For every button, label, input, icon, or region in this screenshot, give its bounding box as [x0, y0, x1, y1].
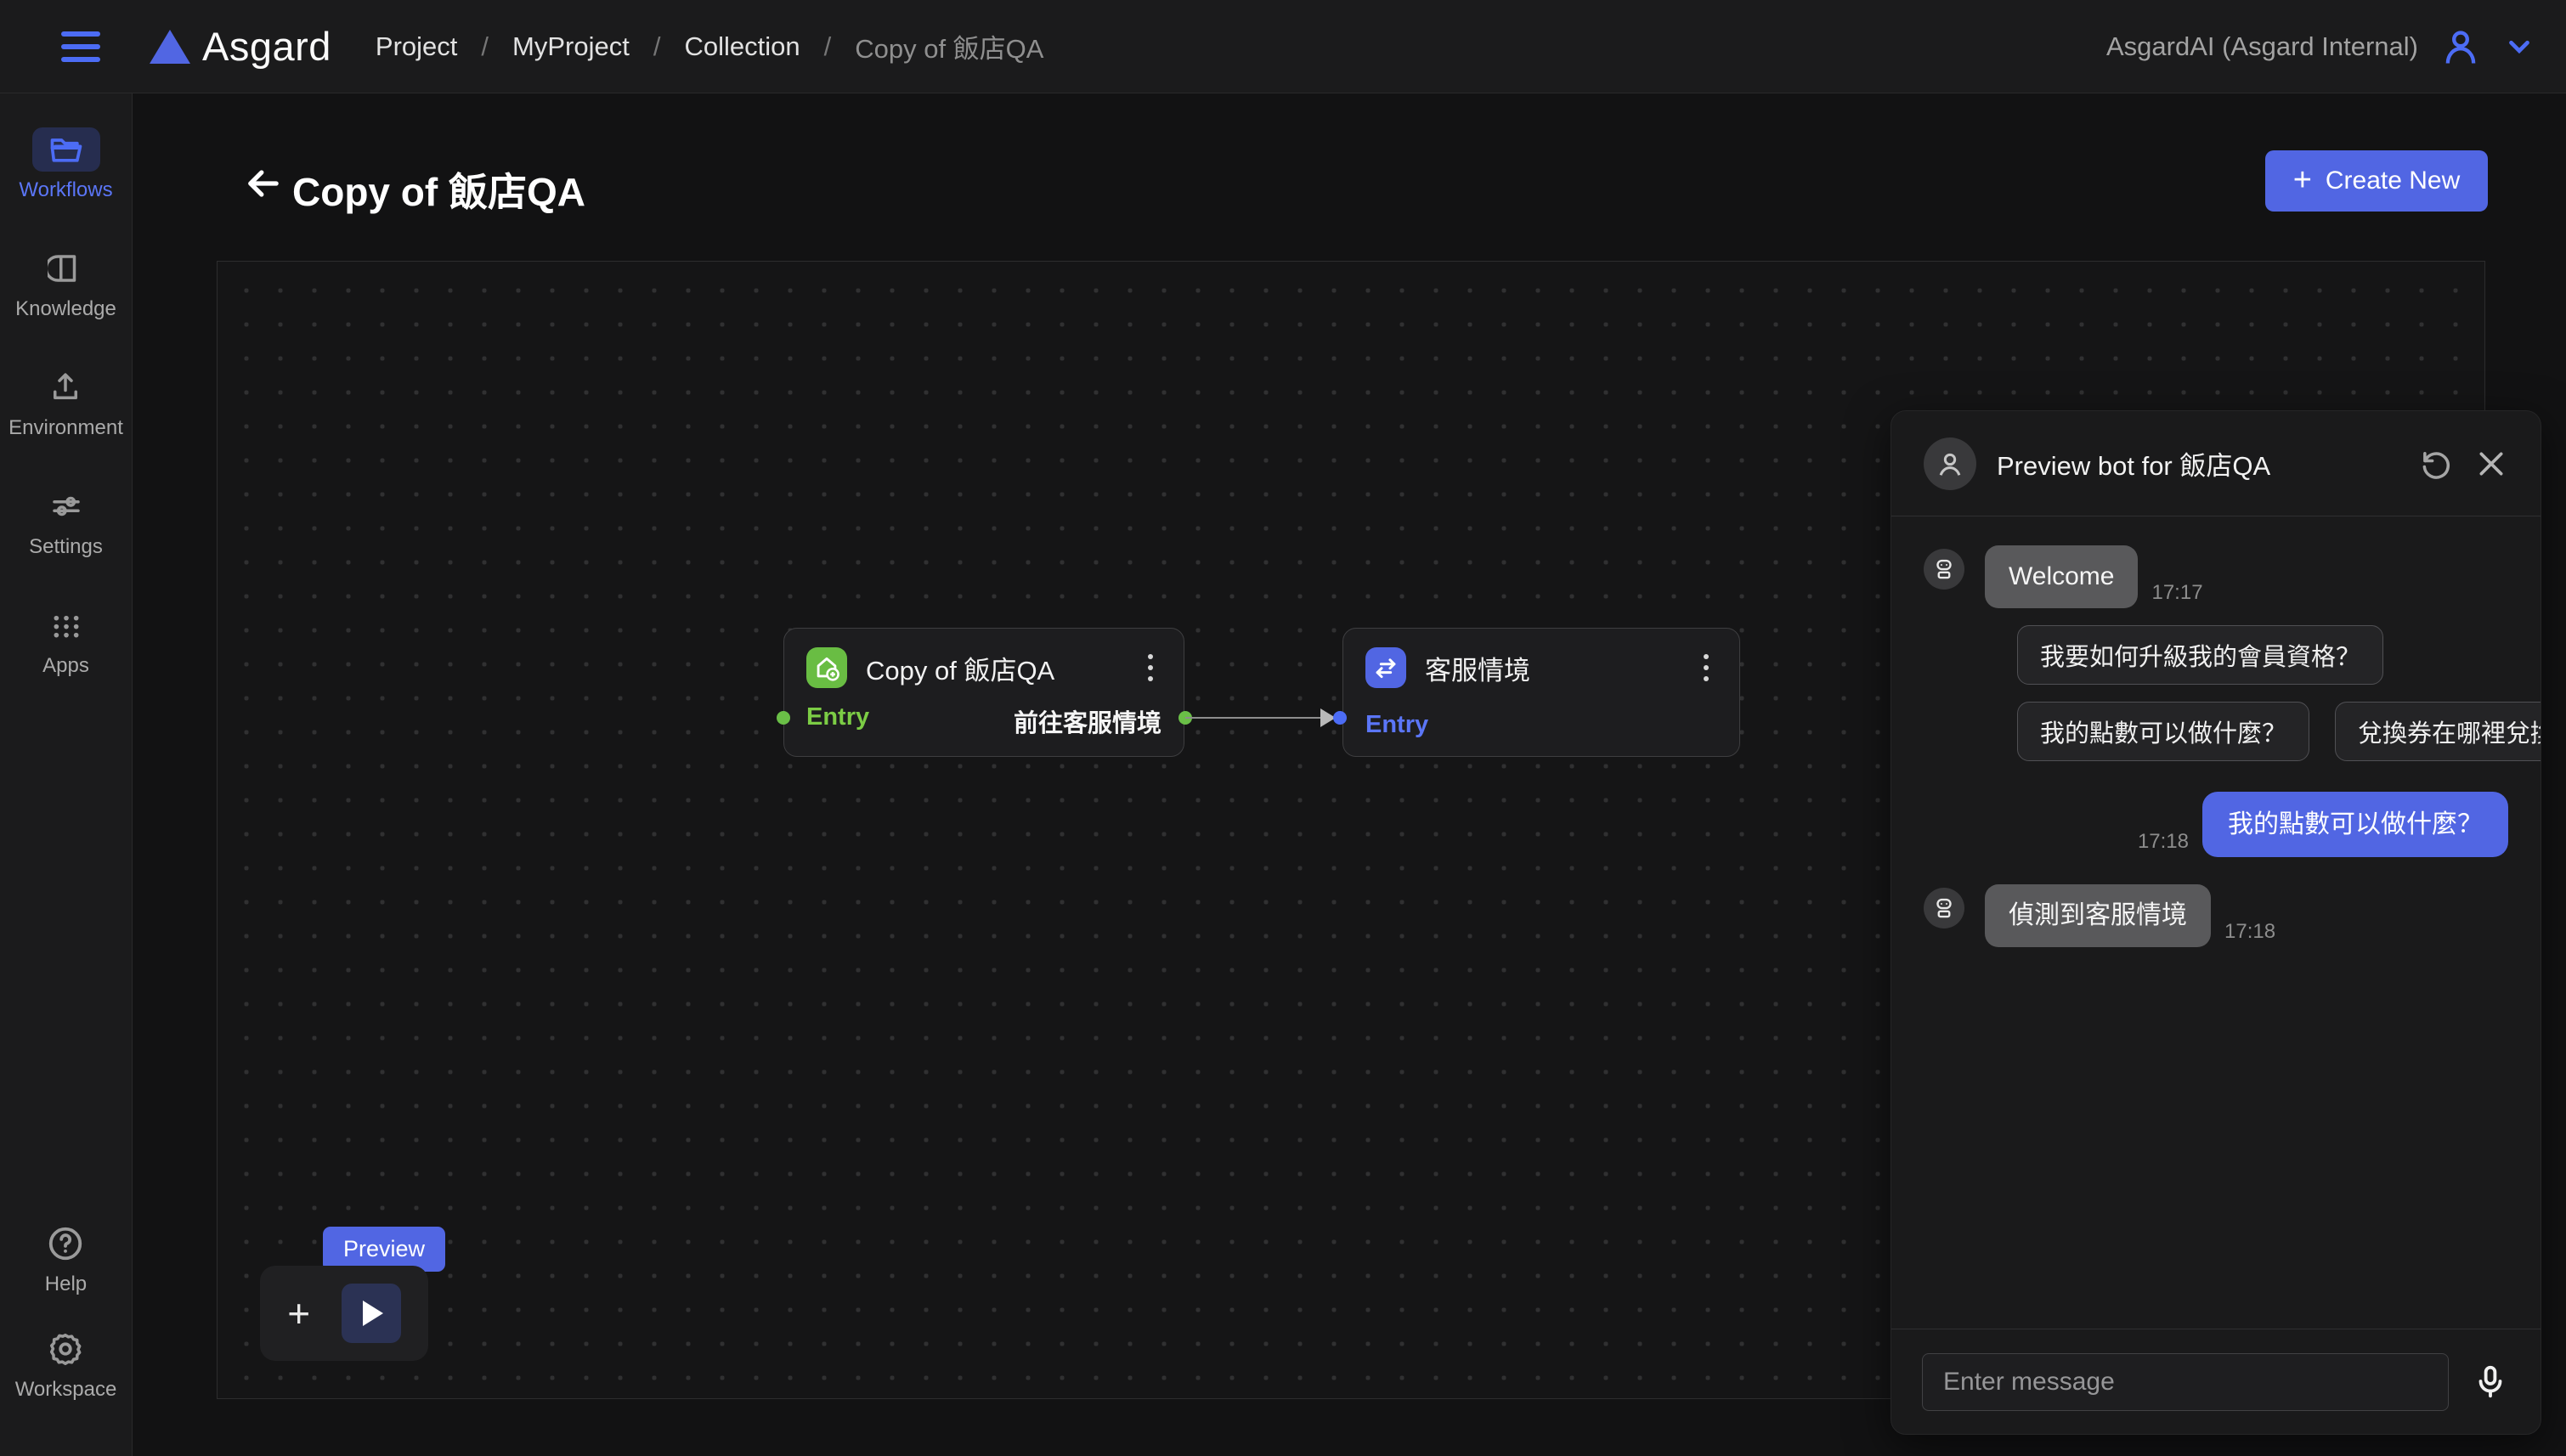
sliders-icon [32, 484, 100, 528]
help-circle-icon [31, 1222, 99, 1266]
run-preview-button[interactable] [342, 1284, 401, 1343]
gear-icon [31, 1327, 99, 1371]
swap-arrows-icon [1365, 647, 1406, 688]
chat-input-bar [1891, 1329, 2541, 1434]
sidebar-item-label: Help [45, 1273, 87, 1296]
node-menu-kebab-icon[interactable] [1695, 649, 1717, 686]
breadcrumb-collection[interactable]: Collection [684, 31, 800, 62]
app-window: Asgard Project / MyProject / Collection … [0, 0, 2566, 1456]
add-node-button[interactable]: + [287, 1294, 310, 1333]
chat-bubble: 偵測到客服情境 [1985, 884, 2211, 947]
breadcrumb-separator: / [481, 31, 489, 62]
message-timestamp: 17:18 [2224, 920, 2275, 944]
sidebar-item-label: Workspace [15, 1378, 117, 1402]
sidebar-item-workflows[interactable]: Workflows [19, 127, 112, 202]
asgard-logo-icon [150, 30, 190, 64]
folder-icon [32, 127, 100, 172]
play-icon [363, 1301, 383, 1326]
sidebar-item-environment[interactable]: Environment [8, 365, 123, 440]
message-timestamp: 17:18 [2138, 830, 2189, 854]
close-icon[interactable] [2474, 447, 2508, 481]
node-input-port[interactable] [777, 711, 790, 725]
account-label: AsgardAI (Asgard Internal) [2106, 31, 2418, 62]
user-icon[interactable] [2439, 25, 2483, 69]
breadcrumb: Project / MyProject / Collection / Copy … [376, 27, 1044, 65]
preview-chat-panel: Preview bot for 飯店QA [1891, 410, 2541, 1435]
chat-bubble: 我的點數可以做什麼？ [2202, 792, 2508, 858]
workflow-node-customer-service[interactable]: 客服情境 Entry [1342, 628, 1740, 757]
house-plus-icon [806, 647, 847, 688]
node-title: Copy of 飯店QA [866, 649, 1121, 687]
breadcrumb-separator: / [824, 31, 832, 62]
chat-message-user: 17:18 我的點數可以做什麼？ [1924, 792, 2508, 858]
node-output-label: 前往客服情境 [1014, 703, 1161, 739]
sidebar-item-label: Apps [42, 654, 89, 678]
restart-chat-icon[interactable] [2418, 446, 2454, 482]
brand-name: Asgard [202, 23, 331, 70]
breadcrumb-current: Copy of 飯店QA [855, 27, 1043, 65]
workflow-node-copy-of-hotel-qa[interactable]: Copy of 飯店QA Entry 前往客服情境 [783, 628, 1184, 757]
suggestion-chips: 我要如何升級我的會員資格？ 我的點數可以做什麼？ 兌換券在哪裡兌換？ [2017, 625, 2508, 761]
chat-title: Preview bot for 飯店QA [1997, 444, 2398, 483]
sidebar-item-settings[interactable]: Settings [29, 484, 103, 559]
create-new-button[interactable]: + Create New [2265, 150, 2488, 212]
grid-icon [32, 603, 100, 647]
chat-messages: Welcome 17:17 我要如何升級我的會員資格？ 我的點數可以做什麼？ 兌… [1891, 516, 2541, 1329]
breadcrumb-project[interactable]: Project [376, 31, 457, 62]
sidebar-item-label: Knowledge [15, 297, 116, 321]
plus-icon: + [2293, 164, 2312, 196]
bot-avatar-icon [1924, 437, 1976, 490]
node-menu-kebab-icon[interactable] [1139, 649, 1161, 686]
message-timestamp: 17:17 [2151, 581, 2202, 605]
canvas-toolbar: + [260, 1266, 428, 1361]
suggestion-chip[interactable]: 我的點數可以做什麼？ [2017, 702, 2309, 761]
left-sidebar: Workflows Knowledge Environment Settings [0, 93, 133, 1456]
chat-bubble: Welcome [1985, 545, 2138, 608]
robot-avatar-icon [1924, 888, 1964, 928]
sidebar-item-help[interactable]: Help [31, 1222, 99, 1296]
breadcrumb-separator: / [653, 31, 661, 62]
chat-header: Preview bot for 飯店QA [1891, 411, 2541, 516]
chat-message-input[interactable] [1922, 1353, 2449, 1411]
chevron-down-icon[interactable] [2503, 31, 2535, 63]
microphone-icon[interactable] [2471, 1363, 2510, 1402]
sidebar-item-workspace[interactable]: Workspace [15, 1327, 117, 1402]
suggestion-chip[interactable]: 我要如何升級我的會員資格？ [2017, 625, 2383, 685]
page-header: Copy of 飯店QA + Create New [133, 93, 2566, 263]
sidebar-item-label: Settings [29, 535, 103, 559]
workflow-edge [1185, 717, 1331, 719]
sidebar-item-label: Environment [8, 416, 123, 440]
chat-message-bot: 偵測到客服情境 17:18 [1924, 884, 2508, 947]
node-input-port[interactable] [1333, 711, 1347, 725]
top-navbar: Asgard Project / MyProject / Collection … [0, 0, 2566, 93]
robot-avatar-icon [1924, 549, 1964, 590]
upload-icon [31, 365, 99, 409]
page-title: Copy of 飯店QA [292, 161, 585, 217]
sidebar-item-apps[interactable]: Apps [32, 603, 100, 678]
suggestion-chip[interactable]: 兌換券在哪裡兌換？ [2335, 702, 2541, 761]
sidebar-item-label: Workflows [19, 178, 112, 202]
node-title: 客服情境 [1425, 649, 1676, 687]
back-arrow-icon[interactable] [241, 161, 285, 206]
breadcrumb-myproject[interactable]: MyProject [512, 31, 630, 62]
hamburger-menu-icon[interactable] [61, 31, 100, 62]
book-icon [31, 246, 99, 291]
node-entry-label: Entry [806, 703, 869, 739]
sidebar-item-knowledge[interactable]: Knowledge [15, 246, 116, 321]
node-entry-label: Entry [1365, 711, 1428, 739]
chat-message-bot: Welcome 17:17 [1924, 545, 2508, 608]
